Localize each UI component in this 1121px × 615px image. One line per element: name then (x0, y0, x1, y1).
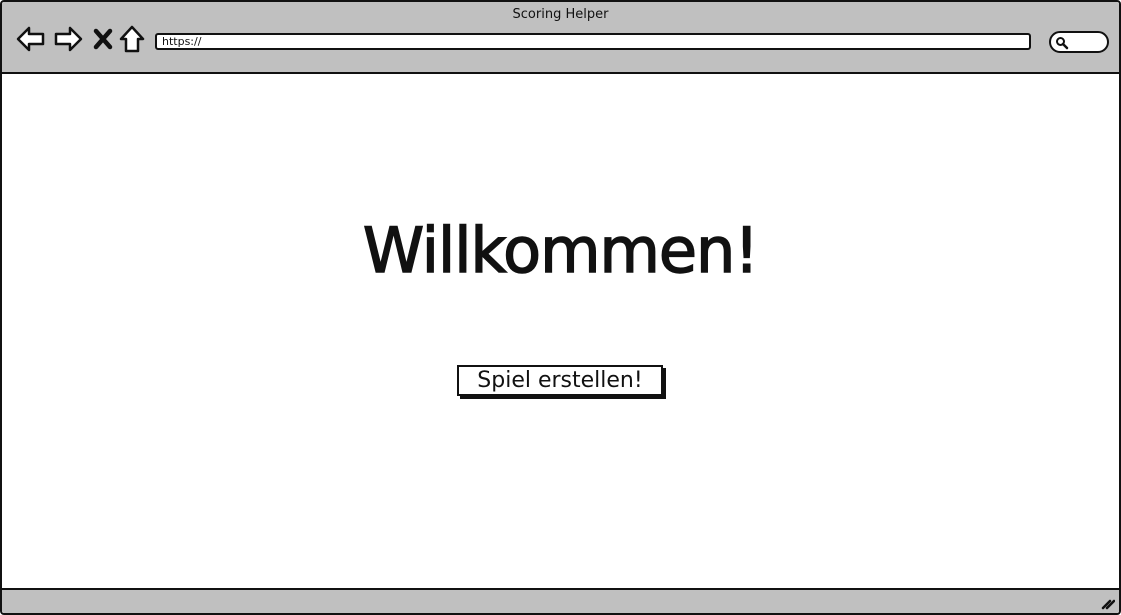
forward-arrow-icon (54, 26, 83, 52)
back-button[interactable] (16, 24, 46, 54)
home-button[interactable] (117, 24, 147, 54)
page-content: Willkommen! Spiel erstellen! (2, 74, 1119, 588)
stop-button[interactable] (90, 24, 120, 54)
welcome-heading: Willkommen! (362, 213, 760, 288)
back-arrow-icon (16, 26, 45, 52)
home-icon (119, 25, 145, 53)
browser-toolbar: Scoring Helper (2, 2, 1119, 74)
browser-window: Scoring Helper https:// Willkommen! Spie… (0, 0, 1121, 615)
close-x-icon (93, 28, 113, 50)
magnifier-icon (1056, 37, 1069, 50)
create-game-button[interactable]: Spiel erstellen! (457, 365, 663, 396)
forward-button[interactable] (53, 24, 83, 54)
status-bar (2, 588, 1119, 613)
resize-grip-icon[interactable] (1101, 596, 1115, 610)
search-box[interactable] (1049, 31, 1109, 53)
url-input[interactable] (162, 35, 1022, 48)
window-title: Scoring Helper (512, 7, 609, 22)
address-bar[interactable] (155, 33, 1031, 50)
